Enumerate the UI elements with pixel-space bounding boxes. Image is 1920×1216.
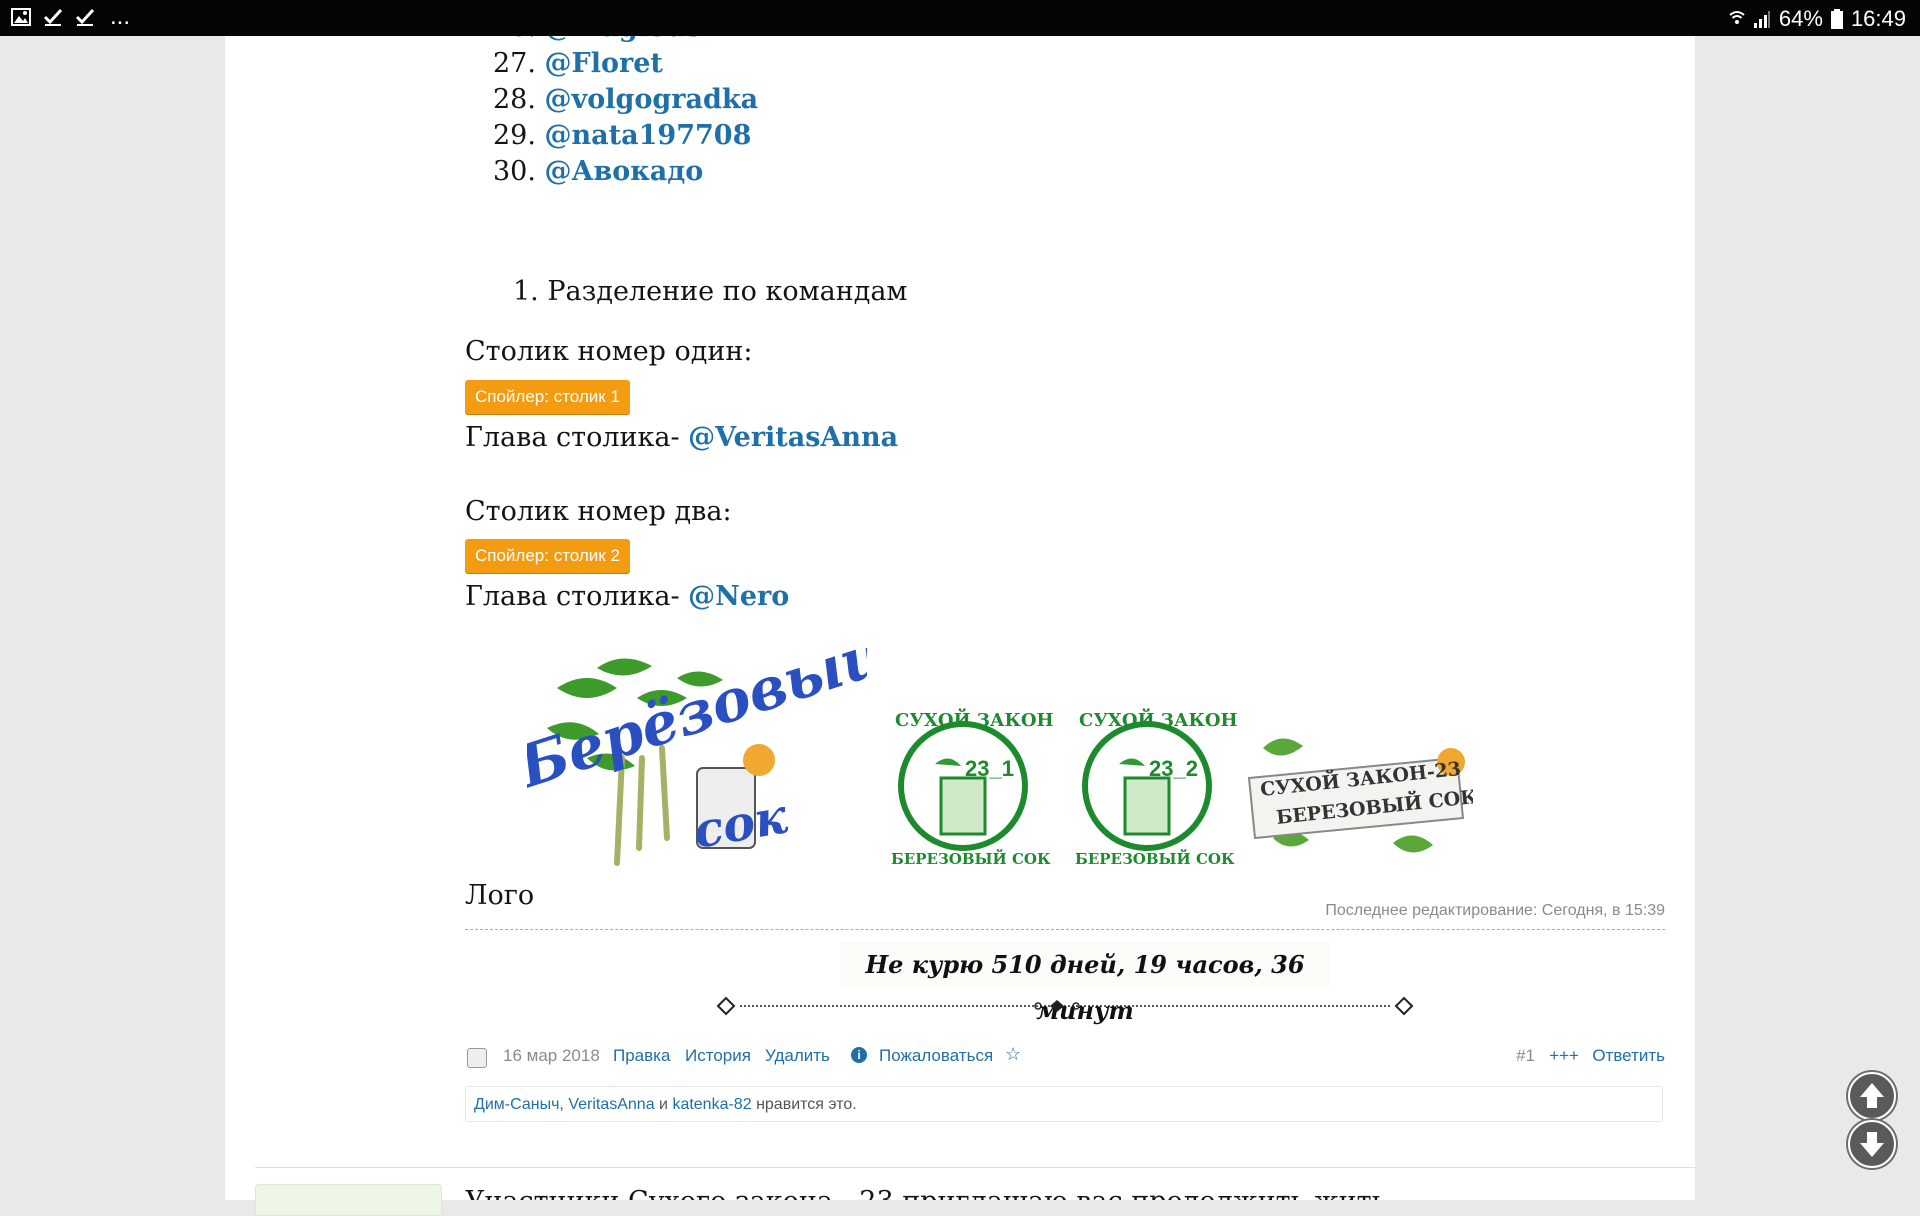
scroll-up-button[interactable] <box>1848 1072 1896 1120</box>
report-link[interactable]: Пожаловаться <box>879 1046 993 1066</box>
signature-counter: Не курю 510 дней, 19 часов, 36 минут <box>840 942 1330 1025</box>
forum-page: 26. @Magious 27. @Floret 28. @volgogradk… <box>225 36 1695 1216</box>
head-label: Глава столика- <box>465 581 680 612</box>
info-icon[interactable]: i <box>851 1047 867 1063</box>
likes-and: и <box>659 1096 668 1113</box>
gallery-notification-icon <box>11 8 31 26</box>
head-label: Глава столика- <box>465 422 680 453</box>
badge2-number: 23_2 <box>1149 756 1198 781</box>
arrow-down-icon <box>1860 1132 1884 1157</box>
table1-heading: Столик номер один: <box>465 336 753 367</box>
arrow-up-icon <box>1860 1083 1884 1108</box>
last-edit-note: Последнее редактирование: Сегодня, в 15:… <box>1325 902 1665 919</box>
battery-icon <box>1830 9 1843 29</box>
badge1-bottom-text: БЕРЕЗОВЫЙ СОК <box>891 849 1051 868</box>
mention-link[interactable]: @Nero <box>688 581 789 612</box>
list-number: 27. <box>493 48 536 79</box>
check-notification-icon <box>43 8 63 26</box>
mention-link[interactable]: @Авокадо <box>545 156 704 187</box>
table2-heading: Столик номер два: <box>465 496 732 527</box>
ornament-divider <box>716 996 1414 1016</box>
mention-link[interactable]: @Floret <box>545 48 663 79</box>
mention-link[interactable]: @nata197708 <box>545 120 752 151</box>
dry-law-badge-2: СУХОЙ ЗАКОН 23_2 БЕРЕЗОВЫЙ СОК <box>1075 707 1237 868</box>
list-item: 28. @volgogradka <box>493 84 758 115</box>
dry-law-banner-logo: СУХОЙ ЗАКОН-23 БЕРЕЗОВЫЙ СОК <box>1247 738 1473 853</box>
post-number[interactable]: #1 <box>1516 1046 1535 1066</box>
post-actions-bar: 16 мар 2018 Правка История Удалить i Пож… <box>465 1040 1665 1070</box>
liker-link[interactable]: VeritasAnna <box>568 1096 654 1113</box>
edit-link[interactable]: Правка <box>613 1046 670 1066</box>
delete-link[interactable]: Удалить <box>765 1046 830 1066</box>
table1-head-line: Глава столика- @VeritasAnna <box>465 422 898 453</box>
badge1-number: 23_1 <box>965 756 1014 781</box>
badge2-bottom-text: БЕРЕЗОВЫЙ СОК <box>1075 849 1235 868</box>
post-date: 16 мар 2018 <box>503 1046 600 1065</box>
list-number: 29. <box>493 120 536 151</box>
more-notifications-icon: ... <box>110 3 131 30</box>
select-post-checkbox[interactable] <box>467 1048 487 1068</box>
logo-row: Лого Берёзовый сок СУХОЙ ЗАКОН 23_1 БЕРЕ… <box>465 648 1665 928</box>
likes-suffix: нравится это. <box>756 1096 857 1113</box>
reply-link[interactable]: Ответить <box>1592 1046 1665 1066</box>
next-post-title: Участники Сухого закона - 23 приглашаю в… <box>465 1182 1465 1200</box>
section-heading: 1. Разделение по командам <box>513 276 907 307</box>
post-separator <box>255 1167 1695 1168</box>
spoiler-button-table2[interactable]: Спойлер: столик 2 <box>465 539 630 573</box>
check-notification-icon-2 <box>75 8 95 26</box>
list-item: 29. @nata197708 <box>493 120 751 151</box>
badge1-top-text: СУХОЙ ЗАКОН <box>895 707 1053 731</box>
section-number: 1. <box>513 276 539 307</box>
birch-sap-logo-image: Берёзовый сок <box>527 648 867 866</box>
liker-link[interactable]: Дим-Саныч <box>474 1096 559 1113</box>
mention-link[interactable]: @volgogradka <box>545 84 759 115</box>
badge2-top-text: СУХОЙ ЗАКОН <box>1079 707 1237 731</box>
liker-link[interactable]: katenka-82 <box>672 1096 751 1113</box>
section-title: Разделение по командам <box>547 276 908 307</box>
history-link[interactable]: История <box>685 1046 751 1066</box>
dry-law-badge-1: СУХОЙ ЗАКОН 23_1 БЕРЕЗОВЫЙ СОК <box>891 707 1053 868</box>
next-post-avatar[interactable] <box>255 1184 442 1216</box>
signature-divider <box>465 929 1665 930</box>
list-number: 30. <box>493 156 536 187</box>
table2-head-line: Глава столика- @Nero <box>465 581 789 612</box>
android-status-bar: ... 64% 16:49 <box>0 0 1920 36</box>
spoiler-button-table1[interactable]: Спойлер: столик 1 <box>465 380 630 414</box>
clock: 16:49 <box>1850 6 1906 31</box>
list-item: 30. @Авокадо <box>493 156 703 187</box>
likes-summary: Дим-Саныч, VeritasAnna и katenka-82 нрав… <box>465 1086 1663 1122</box>
likes-comma: , <box>559 1096 564 1113</box>
mention-link[interactable]: @VeritasAnna <box>688 422 898 453</box>
scroll-down-button[interactable] <box>1848 1120 1896 1168</box>
list-number: 28. <box>493 84 536 115</box>
logo-label: Лого <box>465 880 535 911</box>
wifi-icon <box>1729 11 1745 24</box>
signal-icon <box>1753 11 1770 28</box>
battery-percent: 64% <box>1778 6 1823 31</box>
list-item: 27. @Floret <box>493 48 663 79</box>
plus-rating-link[interactable]: +++ <box>1549 1046 1579 1066</box>
bookmark-star-icon[interactable]: ☆ <box>1005 1044 1021 1065</box>
